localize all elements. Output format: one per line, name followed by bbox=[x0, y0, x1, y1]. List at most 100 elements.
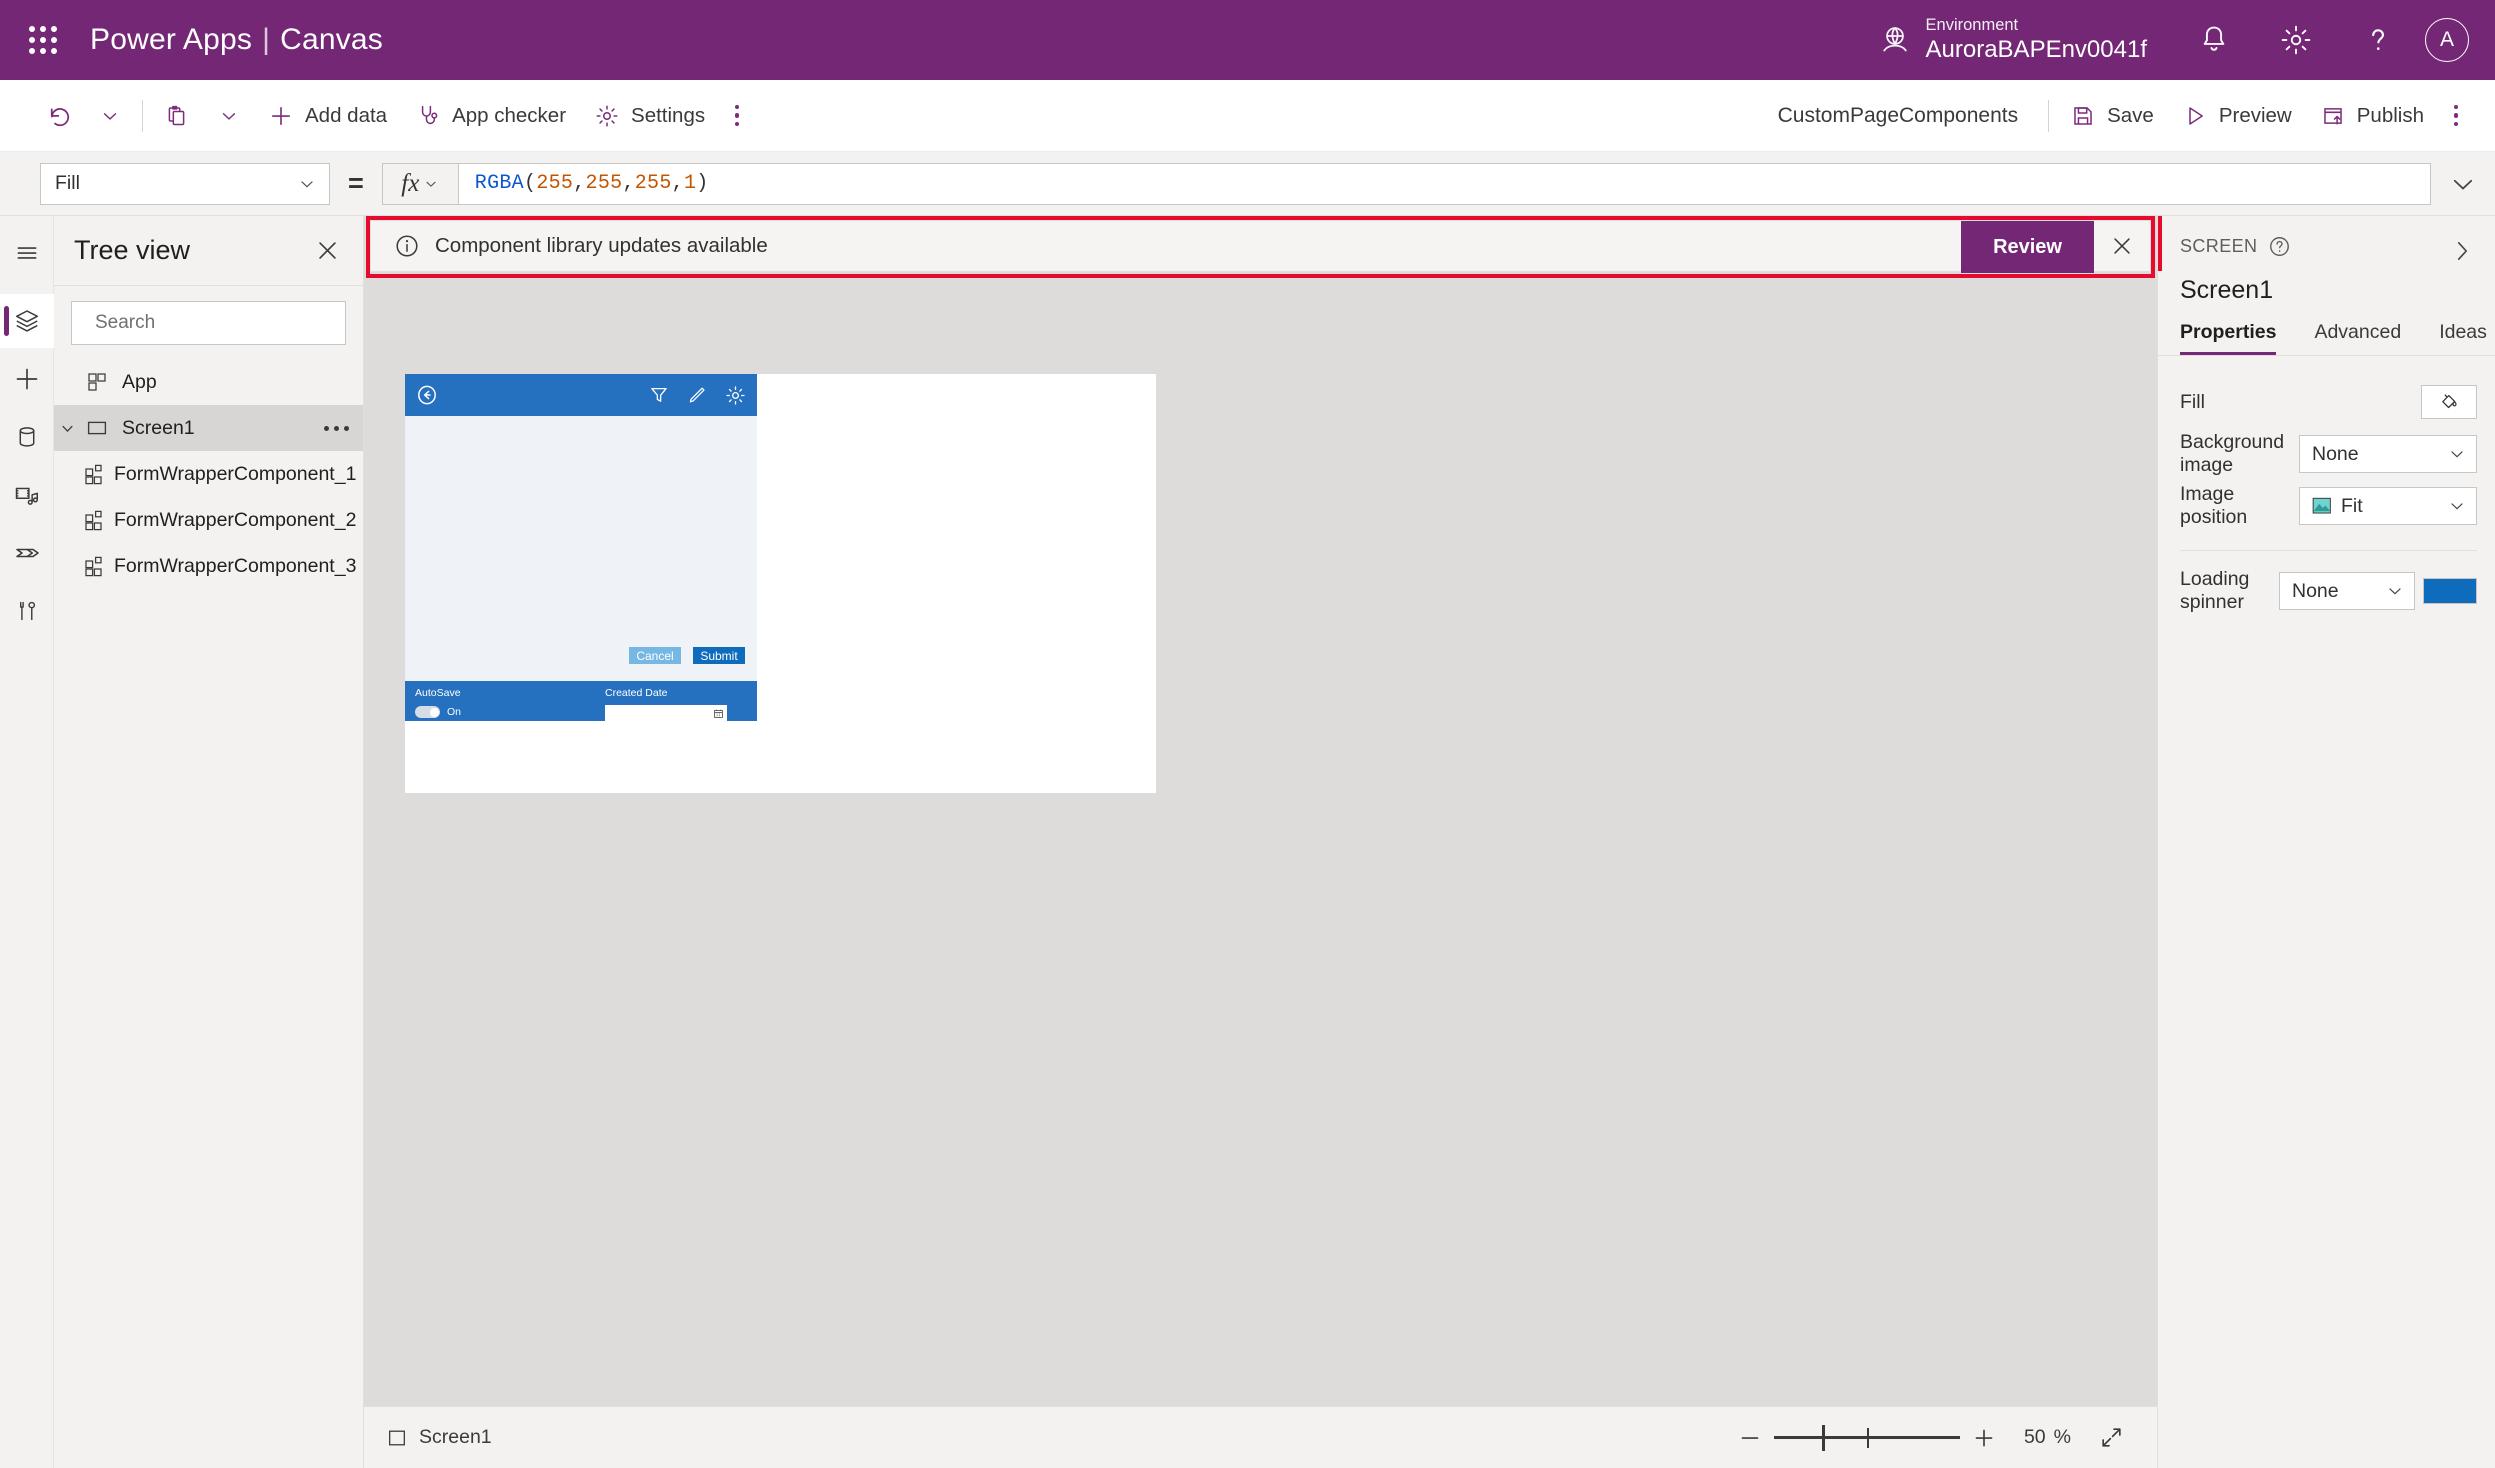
formula-token: ) bbox=[696, 172, 709, 195]
tree-node-label: FormWrapperComponent_3 bbox=[114, 554, 357, 577]
stethoscope-icon bbox=[421, 105, 438, 124]
screen-icon bbox=[389, 1430, 405, 1445]
review-button[interactable]: Review bbox=[1961, 221, 2094, 273]
property-label: Image position bbox=[2180, 483, 2248, 528]
properties-rows: Fill Background image None Image positio… bbox=[2158, 356, 2495, 617]
formula-input[interactable]: RGBA(255, 255, 255, 1) bbox=[457, 162, 2431, 205]
tree-node-label: FormWrapperComponent_1 bbox=[114, 462, 357, 485]
plus-glyph bbox=[16, 368, 37, 390]
gear-icon[interactable] bbox=[724, 384, 747, 407]
close-glyph bbox=[318, 242, 336, 259]
question-circle-icon[interactable] bbox=[2267, 234, 2292, 259]
hamburger-icon[interactable] bbox=[0, 226, 54, 280]
loading-spinner-value: None bbox=[2292, 579, 2339, 602]
undo-button[interactable] bbox=[30, 90, 84, 142]
command-bar-left: Add data App checker Settings bbox=[0, 90, 754, 142]
formula-token: , bbox=[573, 172, 586, 195]
property-select[interactable]: Fill bbox=[40, 162, 330, 205]
command-bar-overflow-button[interactable] bbox=[720, 96, 754, 136]
tree-node-more-button[interactable] bbox=[324, 425, 349, 431]
paste-dropdown[interactable] bbox=[205, 90, 253, 142]
tab-properties[interactable]: Properties bbox=[2180, 321, 2292, 355]
tree-view-icon[interactable] bbox=[0, 294, 54, 348]
autosave-toggle[interactable] bbox=[415, 706, 440, 718]
image-position-value-wrap: Fit bbox=[2312, 495, 2447, 518]
media-icon[interactable] bbox=[0, 468, 54, 522]
tree-node-formwrappercomponent-2[interactable]: FormWrapperComponent_2 bbox=[54, 497, 363, 543]
submit-button[interactable]: Submit bbox=[693, 647, 745, 664]
screen-canvas[interactable]: Cancel Submit AutoSave On Created Date bbox=[405, 374, 1156, 793]
more-commands-button[interactable] bbox=[2439, 96, 2473, 136]
search-input[interactable] bbox=[95, 312, 340, 334]
property-row-image-position: Image position Fit bbox=[2180, 480, 2477, 532]
add-data-button[interactable]: Add data bbox=[255, 90, 400, 142]
environment-picker[interactable]: Environment AuroraBAPEnv0041f bbox=[1878, 16, 2147, 64]
tab-advanced[interactable]: Advanced bbox=[2314, 321, 2417, 355]
app-launcher-icon[interactable] bbox=[20, 17, 66, 63]
tree-node-formwrappercomponent-1[interactable]: FormWrapperComponent_1 bbox=[54, 451, 363, 497]
database-glyph bbox=[19, 427, 34, 447]
app-checker-label: App checker bbox=[452, 103, 567, 127]
notification-banner: Component library updates available Revi… bbox=[370, 220, 2151, 273]
close-icon[interactable] bbox=[2094, 221, 2150, 271]
background-image-select[interactable]: None bbox=[2299, 435, 2477, 473]
pencil-icon[interactable] bbox=[686, 384, 708, 406]
power-apps-studio: Power Apps | Canvas Environment AuroraBAPE… bbox=[0, 0, 2495, 1468]
formula-expand-button[interactable] bbox=[2431, 169, 2495, 199]
save-button[interactable]: Save bbox=[2057, 90, 2167, 142]
power-automate-icon[interactable] bbox=[0, 526, 54, 580]
tab-ideas[interactable]: Ideas bbox=[2439, 321, 2495, 355]
tools-glyph bbox=[19, 601, 35, 621]
back-arrow-icon[interactable] bbox=[415, 383, 439, 407]
zoom-in-button[interactable] bbox=[1960, 1416, 2008, 1460]
insert-icon[interactable] bbox=[0, 352, 54, 406]
fit-to-screen-button[interactable] bbox=[2085, 1416, 2137, 1460]
property-select-value: Fill bbox=[55, 172, 80, 194]
data-icon[interactable] bbox=[0, 410, 54, 464]
gear-icon[interactable] bbox=[2279, 23, 2313, 57]
formula-token: 255 bbox=[634, 172, 672, 195]
publish-button[interactable]: Publish bbox=[2307, 90, 2437, 142]
collapse-panel-button[interactable] bbox=[2445, 234, 2479, 268]
zoom-slider[interactable] bbox=[1773, 1416, 1960, 1460]
save-label: Save bbox=[2107, 103, 2154, 127]
tree-node-screen1[interactable]: Screen1 bbox=[54, 405, 363, 451]
zoom-slider-thumb[interactable] bbox=[1822, 1424, 1826, 1451]
close-icon[interactable] bbox=[309, 233, 345, 269]
gear-glyph bbox=[726, 385, 745, 405]
app-checker-button[interactable]: App checker bbox=[402, 90, 579, 142]
component-glyph bbox=[85, 464, 102, 485]
fill-color-button[interactable] bbox=[2421, 385, 2477, 419]
play-icon bbox=[2189, 106, 2203, 125]
tree-node-formwrappercomponent-3[interactable]: FormWrapperComponent_3 bbox=[54, 543, 363, 589]
created-date-input[interactable] bbox=[605, 705, 727, 722]
bell-icon[interactable] bbox=[2197, 23, 2231, 57]
advanced-tools-icon[interactable] bbox=[0, 584, 54, 638]
chevron-down-icon[interactable] bbox=[54, 419, 80, 438]
preview-label: Preview bbox=[2218, 103, 2292, 127]
app-preview[interactable]: Cancel Submit AutoSave On Created Date bbox=[405, 374, 757, 722]
add-data-label: Add data bbox=[305, 103, 388, 127]
settings-button[interactable]: Settings bbox=[581, 90, 718, 142]
undo-dropdown[interactable] bbox=[86, 90, 134, 142]
status-screen-selector[interactable]: Screen1 bbox=[386, 1426, 492, 1449]
paste-button[interactable] bbox=[151, 90, 203, 142]
canvas-scroll[interactable]: Cancel Submit AutoSave On Created Date bbox=[364, 280, 2157, 1406]
tree-node-app[interactable]: App bbox=[54, 359, 363, 405]
tree-view-title: Tree view bbox=[74, 235, 191, 265]
loading-spinner-select[interactable]: None bbox=[2279, 572, 2415, 610]
question-icon[interactable] bbox=[2361, 23, 2395, 57]
tree-node-label: Screen1 bbox=[122, 416, 195, 439]
avatar[interactable]: A bbox=[2425, 18, 2469, 62]
tree-node-label: FormWrapperComponent_2 bbox=[114, 508, 357, 531]
search-box[interactable] bbox=[71, 301, 346, 345]
filter-icon[interactable] bbox=[648, 384, 670, 406]
image-position-select[interactable]: Fit bbox=[2299, 487, 2477, 525]
preview-button[interactable]: Preview bbox=[2169, 90, 2305, 142]
close-glyph bbox=[2114, 238, 2130, 254]
loading-spinner-color[interactable] bbox=[2423, 578, 2477, 604]
zoom-out-button[interactable] bbox=[1726, 1416, 1774, 1460]
fx-button[interactable]: fx bbox=[381, 162, 458, 205]
cancel-button[interactable]: Cancel bbox=[629, 647, 681, 664]
settings-label: Settings bbox=[631, 103, 706, 127]
